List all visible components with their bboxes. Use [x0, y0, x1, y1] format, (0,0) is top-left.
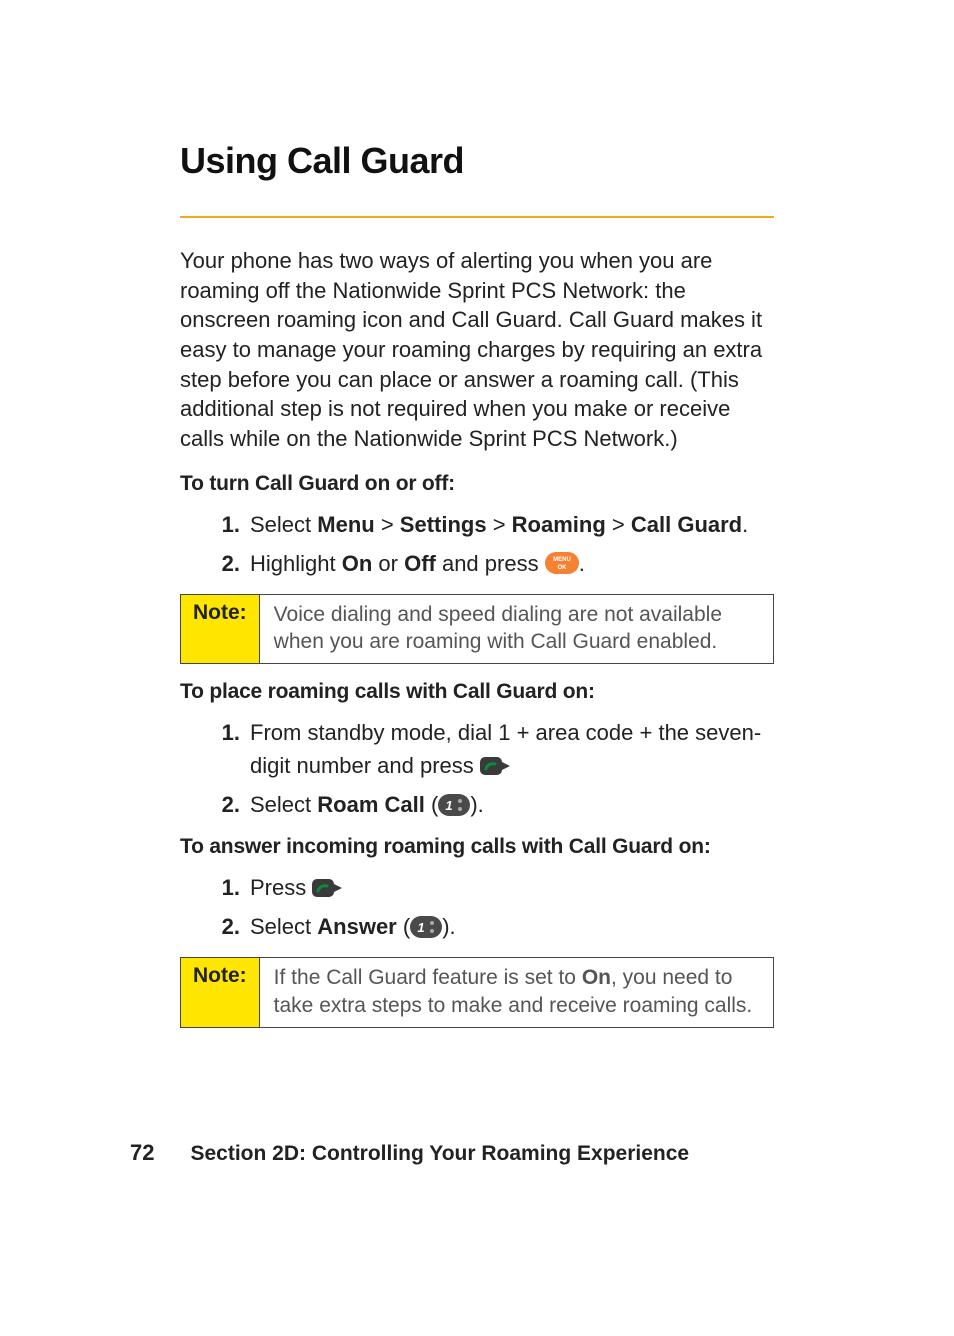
menu-ok-key-icon: MENU OK [545, 552, 579, 574]
text: > [487, 512, 512, 537]
menu-path: Settings [400, 512, 487, 537]
step-body: Select Answer (1). [250, 910, 774, 943]
note-text: If the Call Guard feature is set to On, … [260, 958, 773, 1027]
text: Select [250, 914, 317, 939]
step-number: 1. [206, 871, 240, 904]
menu-path: Call Guard [631, 512, 742, 537]
menu-path: Menu [317, 512, 374, 537]
option: Answer [317, 914, 396, 939]
step-number: 2. [206, 910, 240, 943]
text: ( [425, 792, 438, 817]
steps-answer: 1. Press 2. Select Answer (1). [206, 871, 774, 943]
step-body: Select Roam Call (1). [250, 788, 774, 821]
intro-paragraph: Your phone has two ways of alerting you … [180, 246, 774, 454]
one-key-icon: 1 [438, 794, 470, 816]
one-key-icon: 1 [410, 916, 442, 938]
list-item: 1. From standby mode, dial 1 + area code… [206, 716, 774, 782]
section-label: Section 2D: Controlling Your Roaming Exp… [190, 1142, 689, 1166]
list-item: 2. Highlight On or Off and press MENU OK. [206, 547, 774, 580]
page-number: 72 [130, 1140, 154, 1166]
svg-text:MENU: MENU [553, 557, 571, 563]
note-box: Note: If the Call Guard feature is set t… [180, 957, 774, 1028]
text: > [606, 512, 631, 537]
step-number: 2. [206, 547, 240, 580]
list-item: 2. Select Roam Call (1). [206, 788, 774, 821]
note-box: Note: Voice dialing and speed dialing ar… [180, 594, 774, 665]
text: Select [250, 512, 317, 537]
option: On [342, 551, 373, 576]
page-footer: 72 Section 2D: Controlling Your Roaming … [130, 1140, 689, 1166]
step-body: Highlight On or Off and press MENU OK. [250, 547, 774, 580]
text: . [579, 551, 585, 576]
title-divider [180, 216, 774, 218]
text: and press [436, 551, 545, 576]
svg-text:1: 1 [418, 920, 425, 935]
list-item: 1. Press [206, 871, 774, 904]
note-label: Note: [181, 595, 260, 664]
talk-key-icon [480, 755, 510, 777]
text: Press [250, 875, 312, 900]
step-number: 1. [206, 508, 240, 541]
step-body: Select Menu > Settings > Roaming > Call … [250, 508, 774, 541]
svg-text:1: 1 [446, 798, 453, 813]
note-text: Voice dialing and speed dialing are not … [260, 595, 773, 664]
text: ). [470, 792, 483, 817]
subhead-turn: To turn Call Guard on or off: [180, 472, 774, 496]
steps-turn: 1. Select Menu > Settings > Roaming > Ca… [206, 508, 774, 580]
step-number: 2. [206, 788, 240, 821]
list-item: 2. Select Answer (1). [206, 910, 774, 943]
step-body: From standby mode, dial 1 + area code + … [250, 716, 774, 782]
text: Select [250, 792, 317, 817]
text: or [372, 551, 404, 576]
option: Off [404, 551, 436, 576]
list-item: 1. Select Menu > Settings > Roaming > Ca… [206, 508, 774, 541]
text: > [375, 512, 400, 537]
text: ). [442, 914, 455, 939]
option: Roam Call [317, 792, 425, 817]
step-body: Press [250, 871, 774, 904]
svg-text:OK: OK [557, 565, 567, 571]
note-label: Note: [181, 958, 260, 1027]
talk-key-icon [312, 877, 342, 899]
text: If the Call Guard feature is set to [274, 966, 582, 989]
text: . [742, 512, 748, 537]
step-number: 1. [206, 716, 240, 749]
subhead-answer: To answer incoming roaming calls with Ca… [180, 835, 774, 859]
page-title: Using Call Guard [180, 140, 774, 188]
text: Highlight [250, 551, 342, 576]
subhead-place: To place roaming calls with Call Guard o… [180, 680, 774, 704]
text: ( [397, 914, 410, 939]
menu-path: Roaming [512, 512, 606, 537]
option: On [582, 966, 611, 989]
steps-place: 1. From standby mode, dial 1 + area code… [206, 716, 774, 821]
